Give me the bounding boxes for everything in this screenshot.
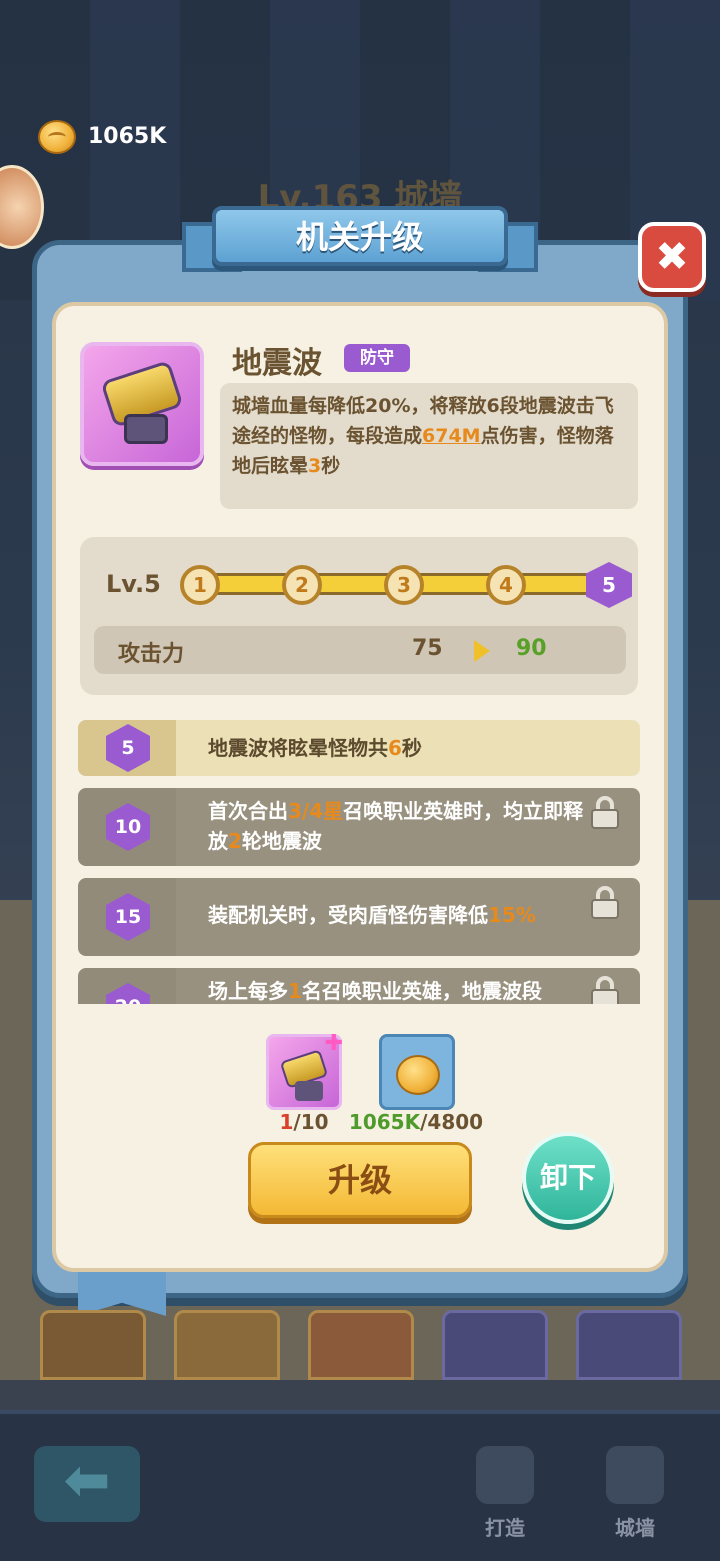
coin-count: 1065K [88, 124, 167, 149]
equipment-slot[interactable] [576, 1310, 682, 1380]
equipment-tabs [40, 1310, 690, 1380]
nav-wall[interactable]: 城墙 [590, 1446, 680, 1546]
highlight: 3/4星 [288, 799, 344, 823]
equipment-slot[interactable] [40, 1310, 146, 1380]
level-node: 4 [486, 565, 526, 605]
nav-wall-label: 城墙 [615, 1516, 655, 1540]
coin-cost: 1065K/4800 [346, 1110, 486, 1134]
unlock-text: 地震波将眩晕怪物共6秒 [208, 733, 588, 763]
lock-icon [590, 976, 620, 1004]
highlight: 1 [288, 979, 302, 1003]
unequip-button[interactable]: 卸下 [522, 1132, 614, 1224]
text: 地震波将眩晕怪物共 [208, 736, 388, 760]
mini-cannon-base [295, 1081, 323, 1101]
item-need: /10 [293, 1110, 329, 1134]
desc-stun-value: 3 [308, 455, 322, 477]
cannon-icon [80, 342, 204, 466]
lock-icon [590, 796, 620, 829]
gear-icon [476, 1446, 534, 1504]
skill-description: 城墙血量每降低20%，将释放6段地震波击飞途经的怪物，每段造成674M点伤害，怪… [220, 383, 638, 509]
coin-need: /4800 [420, 1110, 484, 1134]
lock-icon [590, 886, 620, 919]
skill-type-badge: 防守 [344, 344, 410, 372]
unlock-text: 首次合出3/4星召唤职业英雄时，均立即释放2轮地震波 [208, 796, 588, 856]
text: 首次合出 [208, 799, 288, 823]
skill-name: 地震波 [232, 346, 322, 381]
plus-icon: ✚ [324, 1031, 343, 1056]
back-button[interactable]: ⬅ [34, 1446, 140, 1522]
unlock-text: 装配机关时，受肉盾怪伤害降低15% [208, 900, 588, 930]
list-item: 15 装配机关时，受肉盾怪伤害降低15% [78, 878, 640, 956]
list-item: 20 场上每多1名召唤职业英雄，地震波段 [78, 968, 640, 1004]
highlight: 15% [488, 903, 536, 927]
list-item: 5 地震波将眩晕怪物共6秒 [78, 720, 640, 776]
text: 轮地震波 [241, 829, 322, 853]
play-arrow-icon [474, 640, 490, 662]
stat-new-value: 90 [516, 636, 547, 661]
coin-have: 1065K [348, 1110, 421, 1134]
list-item: 10 首次合出3/4星召唤职业英雄时，均立即释放2轮地震波 [78, 788, 640, 866]
level-node: 3 [384, 565, 424, 605]
cannon-base [124, 414, 168, 444]
stat-old-value: 75 [412, 636, 443, 661]
unlock-list[interactable]: 5 地震波将眩晕怪物共6秒 10 首次合出3/4星召唤职业英雄时，均立即释放2轮… [78, 720, 640, 1004]
text: 秒 [401, 736, 422, 760]
desc-text: 秒 [321, 455, 341, 477]
item-cost: 1/10 [260, 1110, 348, 1134]
cannon-material-icon[interactable]: ✚ [266, 1031, 343, 1110]
unlock-text: 场上每多1名召唤职业英雄，地震波段 [208, 976, 588, 1004]
equipment-slot[interactable] [308, 1310, 414, 1380]
text: 装配机关时，受肉盾怪伤害降低 [208, 903, 488, 927]
close-button[interactable]: ✖ [638, 222, 706, 292]
item-have: 1 [279, 1110, 294, 1134]
stat-name: 攻击力 [118, 642, 185, 667]
level-node: 1 [180, 565, 220, 605]
coin-icon [396, 1055, 440, 1095]
level-label: Lv.5 [106, 570, 161, 598]
level-node: 2 [282, 565, 322, 605]
text: 场上每多 [208, 979, 288, 1003]
castle-icon [606, 1446, 664, 1504]
coin-material-icon[interactable] [379, 1034, 455, 1110]
text: 名召唤职业英雄，地震波段 [301, 979, 542, 1003]
desc-damage-value: 674M [422, 425, 481, 447]
nav-forge-label: 打造 [485, 1516, 525, 1540]
equipment-slot[interactable] [174, 1310, 280, 1380]
modal-title: 机关升级 [295, 218, 424, 256]
upgrade-button[interactable]: 升级 [248, 1142, 472, 1218]
highlight: 2 [228, 829, 242, 853]
highlight: 6 [388, 736, 402, 760]
nav-forge[interactable]: 打造 [460, 1446, 550, 1546]
equipment-slot[interactable] [442, 1310, 548, 1380]
coin-icon [38, 120, 76, 154]
